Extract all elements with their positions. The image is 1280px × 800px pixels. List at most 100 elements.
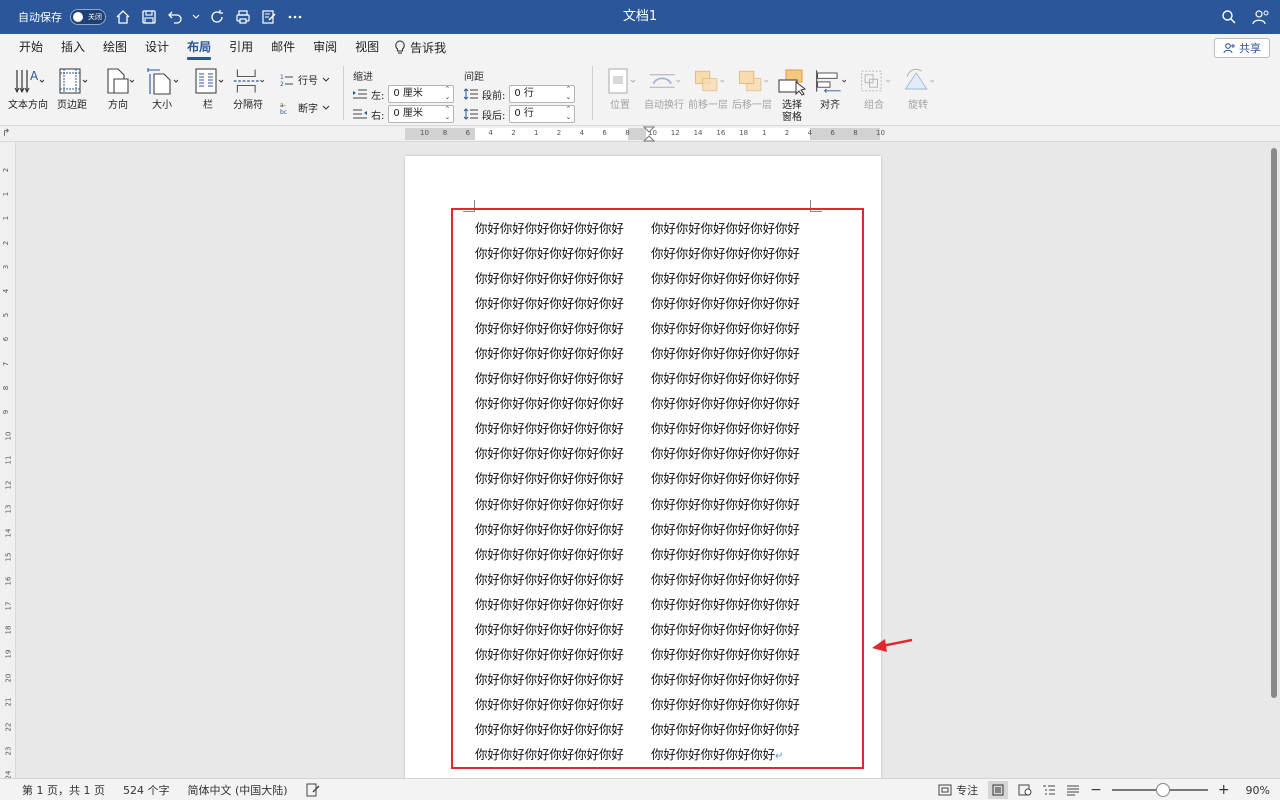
text-line[interactable]: 你好你好你好你好你好你好	[475, 416, 635, 441]
share-button[interactable]: 共享	[1214, 38, 1270, 58]
text-line[interactable]: 你好你好你好你好你好你好	[651, 266, 811, 291]
tab-design[interactable]: 设计	[136, 34, 178, 60]
text-line[interactable]: 你好你好你好你好你好↵	[651, 742, 811, 767]
page-count[interactable]: 第 1 页，共 1 页	[22, 782, 105, 798]
text-line[interactable]: 你好你好你好你好你好你好	[475, 441, 635, 466]
tab-view[interactable]: 视图	[346, 34, 388, 60]
text-line[interactable]: 你好你好你好你好你好你好	[651, 592, 811, 617]
spacing-before-input[interactable]: 0 行	[509, 85, 576, 103]
tell-me-box[interactable]: 告诉我	[388, 39, 446, 56]
text-line[interactable]: 你好你好你好你好你好你好	[475, 542, 635, 567]
zoom-in-button[interactable]: +	[1218, 782, 1230, 798]
focus-button[interactable]: 专注	[938, 782, 978, 798]
undo-icon[interactable]	[166, 8, 184, 26]
position-button[interactable]: 位置	[604, 66, 636, 112]
hyphenation-button[interactable]: a-bc 断字	[280, 100, 330, 115]
text-line[interactable]: 你好你好你好你好你好你好	[475, 241, 635, 266]
horizontal-ruler[interactable]: ↱ 10 8 6 4 2 1 2 4 6 8 10 12 14 16 18 1 2 4 6 8 10	[0, 126, 1280, 142]
spacing-after-input[interactable]: 0 行	[509, 105, 576, 123]
zoom-out-button[interactable]: −	[1090, 782, 1102, 798]
send-backward-button[interactable]: 后移一层	[732, 66, 772, 112]
track-changes-icon[interactable]	[306, 783, 320, 797]
text-line[interactable]: 你好你好你好你好你好你好	[651, 316, 811, 341]
text-line[interactable]: 你好你好你好你好你好你好	[651, 517, 811, 542]
orientation-button[interactable]: 方向	[102, 66, 134, 112]
text-line[interactable]: 你好你好你好你好你好你好	[475, 366, 635, 391]
tab-review[interactable]: 审阅	[304, 34, 346, 60]
text-line[interactable]: 你好你好你好你好你好你好	[651, 291, 811, 316]
text-line[interactable]: 你好你好你好你好你好你好	[651, 717, 811, 742]
vertical-ruler[interactable]: 2 1 1 2 3 4 5 6 7 8 9 10 11 12 13 14 15 16 17 18 19 20 21 22 23 2…	[0, 142, 16, 779]
tab-mailings[interactable]: 邮件	[262, 34, 304, 60]
text-line[interactable]: 你好你好你好你好你好你好	[651, 492, 811, 517]
redo-icon[interactable]	[208, 8, 226, 26]
text-line[interactable]: 你好你好你好你好你好你好	[651, 216, 811, 241]
zoom-slider-knob[interactable]	[1155, 783, 1170, 797]
size-button[interactable]: 大小	[146, 66, 178, 112]
wrap-text-button[interactable]: 自动换行	[644, 66, 684, 112]
text-line[interactable]: 你好你好你好你好你好你好	[475, 717, 635, 742]
word-count[interactable]: 524 个字	[123, 782, 170, 798]
tab-references[interactable]: 引用	[220, 34, 262, 60]
home-icon[interactable]	[114, 8, 132, 26]
breaks-button[interactable]: 分隔符	[232, 66, 264, 112]
print-icon[interactable]	[234, 8, 252, 26]
tab-stop-selector-icon[interactable]: ↱	[2, 128, 10, 139]
text-line[interactable]: 你好你好你好你好你好你好	[475, 216, 635, 241]
tab-insert[interactable]: 插入	[52, 34, 94, 60]
draft-view-icon[interactable]	[1066, 784, 1080, 796]
bring-forward-button[interactable]: 前移一层	[688, 66, 728, 112]
text-line[interactable]: 你好你好你好你好你好你好	[475, 466, 635, 491]
selection-pane-button[interactable]: 选择 窗格	[776, 66, 808, 124]
search-icon[interactable]	[1220, 8, 1238, 26]
web-layout-icon[interactable]	[1018, 784, 1032, 796]
left-column[interactable]: 你好你好你好你好你好你好 你好你好你好你好你好你好 你好你好你好你好你好你好 你好你好…	[475, 216, 635, 767]
margins-button[interactable]: 页边距	[56, 66, 88, 112]
zoom-slider[interactable]	[1111, 783, 1208, 797]
text-columns[interactable]: 你好你好你好你好你好你好 你好你好你好你好你好你好 你好你好你好你好你好你好 你好你好…	[475, 216, 811, 767]
text-line[interactable]: 你好你好你好你好你好你好	[651, 567, 811, 592]
text-direction-button[interactable]: A 文本方向	[8, 66, 48, 112]
tab-layout[interactable]: 布局	[178, 34, 220, 60]
text-line[interactable]: 你好你好你好你好你好你好	[651, 466, 811, 491]
text-line[interactable]: 你好你好你好你好你好你好	[475, 316, 635, 341]
text-line[interactable]: 你好你好你好你好你好你好	[475, 617, 635, 642]
right-column[interactable]: 你好你好你好你好你好你好 你好你好你好你好你好你好 你好你好你好你好你好你好 你好你好…	[651, 216, 811, 767]
scrollbar-thumb[interactable]	[1271, 148, 1277, 698]
text-line[interactable]: 你好你好你好你好你好你好	[651, 241, 811, 266]
text-line[interactable]: 你好你好你好你好你好你好	[475, 391, 635, 416]
text-line[interactable]: 你好你好你好你好你好你好	[475, 492, 635, 517]
text-line[interactable]: 你好你好你好你好你好你好	[475, 667, 635, 692]
tab-draw[interactable]: 绘图	[94, 34, 136, 60]
undo-dropdown-icon[interactable]	[192, 8, 200, 26]
text-line[interactable]: 你好你好你好你好你好你好	[475, 341, 635, 366]
save-icon[interactable]	[140, 8, 158, 26]
text-line[interactable]: 你好你好你好你好你好你好	[475, 692, 635, 717]
group-button[interactable]: 组合	[858, 66, 890, 112]
text-line[interactable]: 你好你好你好你好你好你好	[651, 667, 811, 692]
autosave-toggle[interactable]: 关闭	[70, 9, 106, 25]
text-line[interactable]: 你好你好你好你好你好你好	[651, 416, 811, 441]
document-page[interactable]: 你好你好你好你好你好你好 你好你好你好你好你好你好 你好你好你好你好你好你好 你好你好…	[405, 156, 881, 796]
text-line[interactable]: 你好你好你好你好你好你好	[651, 441, 811, 466]
vertical-scrollbar[interactable]	[1268, 142, 1280, 778]
tab-home[interactable]: 开始	[10, 34, 52, 60]
indent-left-input[interactable]: 0 厘米	[388, 85, 455, 103]
align-button[interactable]: 对齐	[814, 66, 846, 112]
indent-marker-icon[interactable]	[643, 126, 655, 142]
outline-view-icon[interactable]	[1042, 784, 1056, 796]
edit-form-icon[interactable]	[260, 8, 278, 26]
line-numbers-button[interactable]: 12 行号	[280, 72, 330, 87]
text-line[interactable]: 你好你好你好你好你好你好	[475, 517, 635, 542]
zoom-level[interactable]: 90%	[1246, 784, 1270, 797]
print-layout-view-button[interactable]	[988, 781, 1009, 799]
text-line[interactable]: 你好你好你好你好你好你好	[475, 642, 635, 667]
text-line[interactable]: 你好你好你好你好你好你好	[651, 366, 811, 391]
more-icon[interactable]	[286, 8, 304, 26]
text-line[interactable]: 你好你好你好你好你好你好	[475, 742, 635, 767]
text-line[interactable]: 你好你好你好你好你好你好	[651, 617, 811, 642]
columns-button[interactable]: 栏	[192, 66, 224, 112]
text-line[interactable]: 你好你好你好你好你好你好	[651, 341, 811, 366]
language-indicator[interactable]: 简体中文 (中国大陆)	[187, 782, 287, 798]
text-line[interactable]: 你好你好你好你好你好你好	[651, 642, 811, 667]
